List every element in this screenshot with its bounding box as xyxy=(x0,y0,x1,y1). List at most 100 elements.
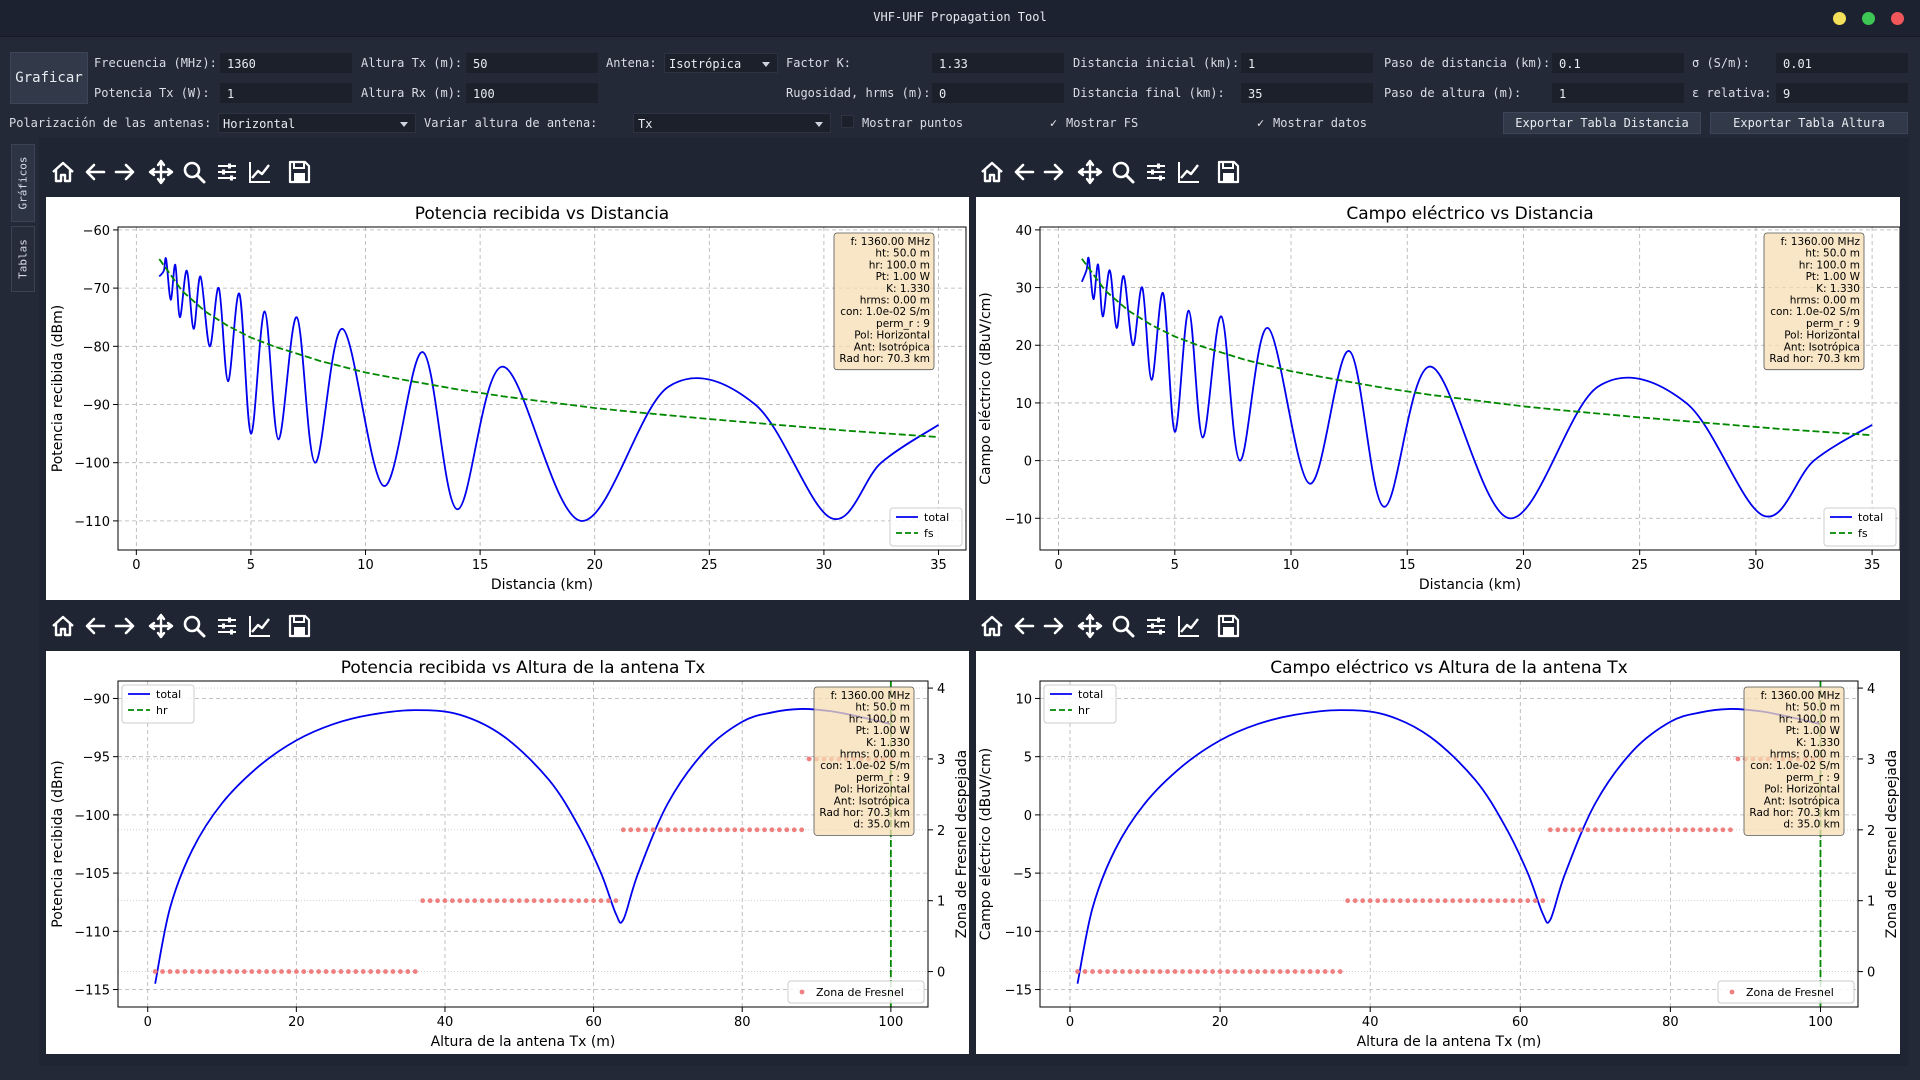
configure-subplots-icon[interactable] xyxy=(214,159,240,185)
forward-arrow-icon[interactable] xyxy=(112,613,138,639)
sigma-input[interactable]: 0.01 xyxy=(1776,53,1908,73)
info-box-line: perm_r : 9 xyxy=(1806,318,1860,330)
pan-icon[interactable] xyxy=(148,159,174,185)
fresnel-point xyxy=(1420,898,1426,904)
chart-title: Campo eléctrico vs Distancia xyxy=(1346,204,1593,224)
forward-arrow-icon[interactable] xyxy=(112,159,138,185)
hstep-label: Paso de altura (m): xyxy=(1384,86,1522,100)
x-tick-label: 25 xyxy=(701,558,718,573)
home-icon[interactable] xyxy=(50,613,76,639)
dfin-input[interactable]: 35 xyxy=(1241,83,1373,103)
legend2-label: Zona de Fresnel xyxy=(1746,986,1834,999)
x-tick-label: 0 xyxy=(1054,558,1062,573)
home-icon[interactable] xyxy=(979,613,1005,639)
fresnel-point xyxy=(1330,969,1336,974)
vary-select[interactable]: Tx xyxy=(633,113,831,133)
fresnel-point xyxy=(1502,898,1508,904)
edit-axis-icon[interactable] xyxy=(247,613,273,639)
zoom-icon[interactable] xyxy=(181,613,207,639)
fresnel-point xyxy=(1465,898,1471,904)
back-arrow-icon[interactable] xyxy=(82,159,108,185)
edit-axis-icon[interactable] xyxy=(1176,159,1202,185)
forward-arrow-icon[interactable] xyxy=(1041,613,1067,639)
fresnel-point xyxy=(204,969,210,974)
checkmark-icon: ✓ xyxy=(1256,116,1265,130)
zoom-icon[interactable] xyxy=(1110,159,1136,185)
save-icon[interactable] xyxy=(286,613,312,639)
htx-input[interactable]: 50 xyxy=(466,53,598,73)
show-fs-checkbox[interactable]: ✓ Mostrar FS xyxy=(1047,113,1138,133)
fresnel-point xyxy=(1698,827,1703,833)
fresnel-point xyxy=(598,898,604,904)
forward-arrow-icon[interactable] xyxy=(1041,159,1067,185)
k-input[interactable]: 1.33 xyxy=(932,53,1064,73)
info-box-line: ht: 50.0 m xyxy=(855,702,910,714)
info-box-line: hrms: 0.00 m xyxy=(840,749,910,761)
configure-subplots-icon[interactable] xyxy=(1143,613,1169,639)
tab-tables[interactable]: Tablas xyxy=(11,226,35,292)
hrx-input[interactable]: 100 xyxy=(466,83,598,103)
maximize-button[interactable] xyxy=(1862,12,1875,25)
home-icon[interactable] xyxy=(50,159,76,185)
total-line xyxy=(154,708,892,984)
save-icon[interactable] xyxy=(1215,159,1241,185)
save-icon[interactable] xyxy=(1215,613,1241,639)
pan-icon[interactable] xyxy=(1077,613,1103,639)
antenna-select-value: Isotrópica xyxy=(669,57,742,71)
pan-icon[interactable] xyxy=(1077,159,1103,185)
save-icon[interactable] xyxy=(286,159,312,185)
toolbar-p2 xyxy=(979,155,1279,189)
fresnel-point xyxy=(494,898,500,904)
info-box-line: Pol: Horizontal xyxy=(1784,330,1860,342)
fresnel-point xyxy=(650,827,656,833)
fresnel-point xyxy=(316,969,322,974)
info-box-line: Ant: Isotrópica xyxy=(834,795,910,807)
tab-graphs-label: Gráficos xyxy=(16,156,30,210)
dstep-input[interactable]: 0.1 xyxy=(1552,53,1684,73)
ptx-input[interactable]: 1 xyxy=(220,83,352,103)
fresnel-point xyxy=(620,827,626,833)
legend-label: total xyxy=(1078,688,1103,701)
edit-axis-icon[interactable] xyxy=(1176,613,1202,639)
rough-input[interactable]: 0 xyxy=(932,83,1064,103)
edit-axis-icon[interactable] xyxy=(247,159,273,185)
dini-input[interactable]: 1 xyxy=(1241,53,1373,73)
close-button[interactable] xyxy=(1891,12,1904,25)
ptx-label: Potencia Tx (W): xyxy=(94,86,210,100)
show-points-checkbox[interactable]: Mostrar puntos xyxy=(841,113,963,133)
y2-tick-label: 1 xyxy=(1867,895,1875,910)
show-data-checkbox[interactable]: ✓ Mostrar datos xyxy=(1254,113,1367,133)
hstep-input[interactable]: 1 xyxy=(1552,83,1684,103)
x-tick-label: 60 xyxy=(585,1015,602,1030)
freq-input[interactable]: 1360 xyxy=(220,53,352,73)
x-tick-label: 10 xyxy=(1283,558,1300,573)
back-arrow-icon[interactable] xyxy=(1011,613,1037,639)
chart-svg: Campo eléctrico vs Altura de la antena T… xyxy=(978,658,1900,1050)
pan-icon[interactable] xyxy=(148,613,174,639)
configure-subplots-icon[interactable] xyxy=(214,613,240,639)
info-box-line: Ant: Isotrópica xyxy=(854,341,930,353)
fresnel-point xyxy=(747,827,753,833)
export-height-button[interactable]: Exportar Tabla Altura xyxy=(1710,112,1908,134)
minimize-button[interactable] xyxy=(1833,12,1846,25)
export-distance-button[interactable]: Exportar Tabla Distancia xyxy=(1503,112,1701,134)
home-icon[interactable] xyxy=(979,159,1005,185)
zoom-icon[interactable] xyxy=(181,159,207,185)
graph-button[interactable]: Graficar xyxy=(10,52,88,104)
configure-subplots-icon[interactable] xyxy=(1143,159,1169,185)
fresnel-point xyxy=(1690,827,1696,833)
chart-title: Campo eléctrico vs Altura de la antena T… xyxy=(1270,658,1627,678)
fresnel-point xyxy=(1728,827,1733,833)
zoom-icon[interactable] xyxy=(1110,613,1136,639)
y-tick-label: −5 xyxy=(1013,867,1032,882)
fresnel-point xyxy=(643,827,649,833)
chevron-down-icon xyxy=(400,122,408,127)
fresnel-point xyxy=(658,827,663,833)
back-arrow-icon[interactable] xyxy=(82,613,108,639)
eps-input[interactable]: 9 xyxy=(1776,83,1908,103)
back-arrow-icon[interactable] xyxy=(1011,159,1037,185)
antenna-select[interactable]: Isotrópica xyxy=(664,53,778,73)
tab-graphs[interactable]: Gráficos xyxy=(11,144,35,222)
fresnel-point xyxy=(1150,969,1155,974)
pol-select[interactable]: Horizontal xyxy=(218,113,416,133)
